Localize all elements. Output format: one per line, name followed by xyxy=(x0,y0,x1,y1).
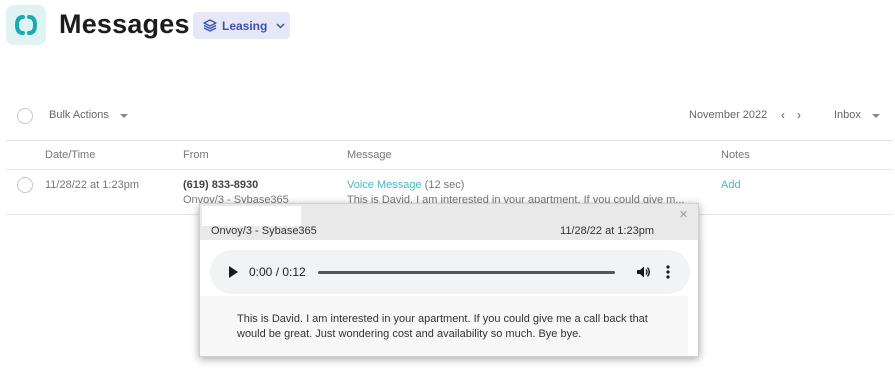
bulk-actions-dropdown[interactable]: Bulk Actions xyxy=(49,109,109,121)
row-checkbox[interactable] xyxy=(17,177,33,193)
audio-progress-bar[interactable] xyxy=(318,271,615,274)
select-all-checkbox[interactable] xyxy=(17,108,33,124)
row-datetime: 11/28/22 at 1:23pm xyxy=(45,179,139,191)
caret-down-icon xyxy=(120,114,128,118)
close-button[interactable]: × xyxy=(679,206,688,223)
inbox-dropdown[interactable]: Inbox xyxy=(834,109,861,121)
page-title: Messages xyxy=(59,9,190,39)
chevron-down-icon xyxy=(276,23,285,29)
more-vertical-icon[interactable] xyxy=(665,263,671,286)
add-note-button[interactable]: Add xyxy=(721,179,741,191)
caret-down-icon xyxy=(872,114,880,118)
column-header-from: From xyxy=(183,149,209,161)
brackets-logo-icon xyxy=(14,15,38,35)
transcript-text: This is David. I am interested in your a… xyxy=(237,313,648,340)
popup-from: Onvoy/3 - Sybase365 xyxy=(211,225,317,237)
voice-message-link[interactable]: Voice Message xyxy=(347,179,422,191)
audio-player: 0:00 / 0:12 xyxy=(210,250,690,294)
column-header-message: Message xyxy=(347,149,392,161)
column-header-notes: Notes xyxy=(721,149,750,161)
row-message-summary: Voice Message (12 sec) xyxy=(347,179,464,191)
next-month-button[interactable]: › xyxy=(797,109,801,121)
voice-message-duration: (12 sec) xyxy=(424,179,465,191)
leasing-filter-label: Leasing xyxy=(222,18,268,33)
divider xyxy=(6,140,892,141)
play-icon[interactable] xyxy=(229,266,238,278)
player-time: 0:00 / 0:12 xyxy=(249,265,306,279)
popup-timestamp: 11/28/22 at 1:23pm xyxy=(560,225,654,237)
row-from-number: (619) 833-8930 xyxy=(183,179,259,191)
column-header-datetime: Date/Time xyxy=(45,149,96,161)
leasing-filter-dropdown[interactable]: Leasing xyxy=(193,12,290,39)
app-logo xyxy=(6,5,46,45)
layers-icon xyxy=(203,19,217,32)
month-label: November 2022 xyxy=(689,109,768,121)
divider xyxy=(6,169,892,170)
toolbar: Bulk Actions November 2022 ‹ › Inbox xyxy=(0,100,895,132)
prev-month-button[interactable]: ‹ xyxy=(781,109,785,121)
popup-header-blank xyxy=(202,206,301,226)
volume-icon[interactable] xyxy=(635,264,651,285)
